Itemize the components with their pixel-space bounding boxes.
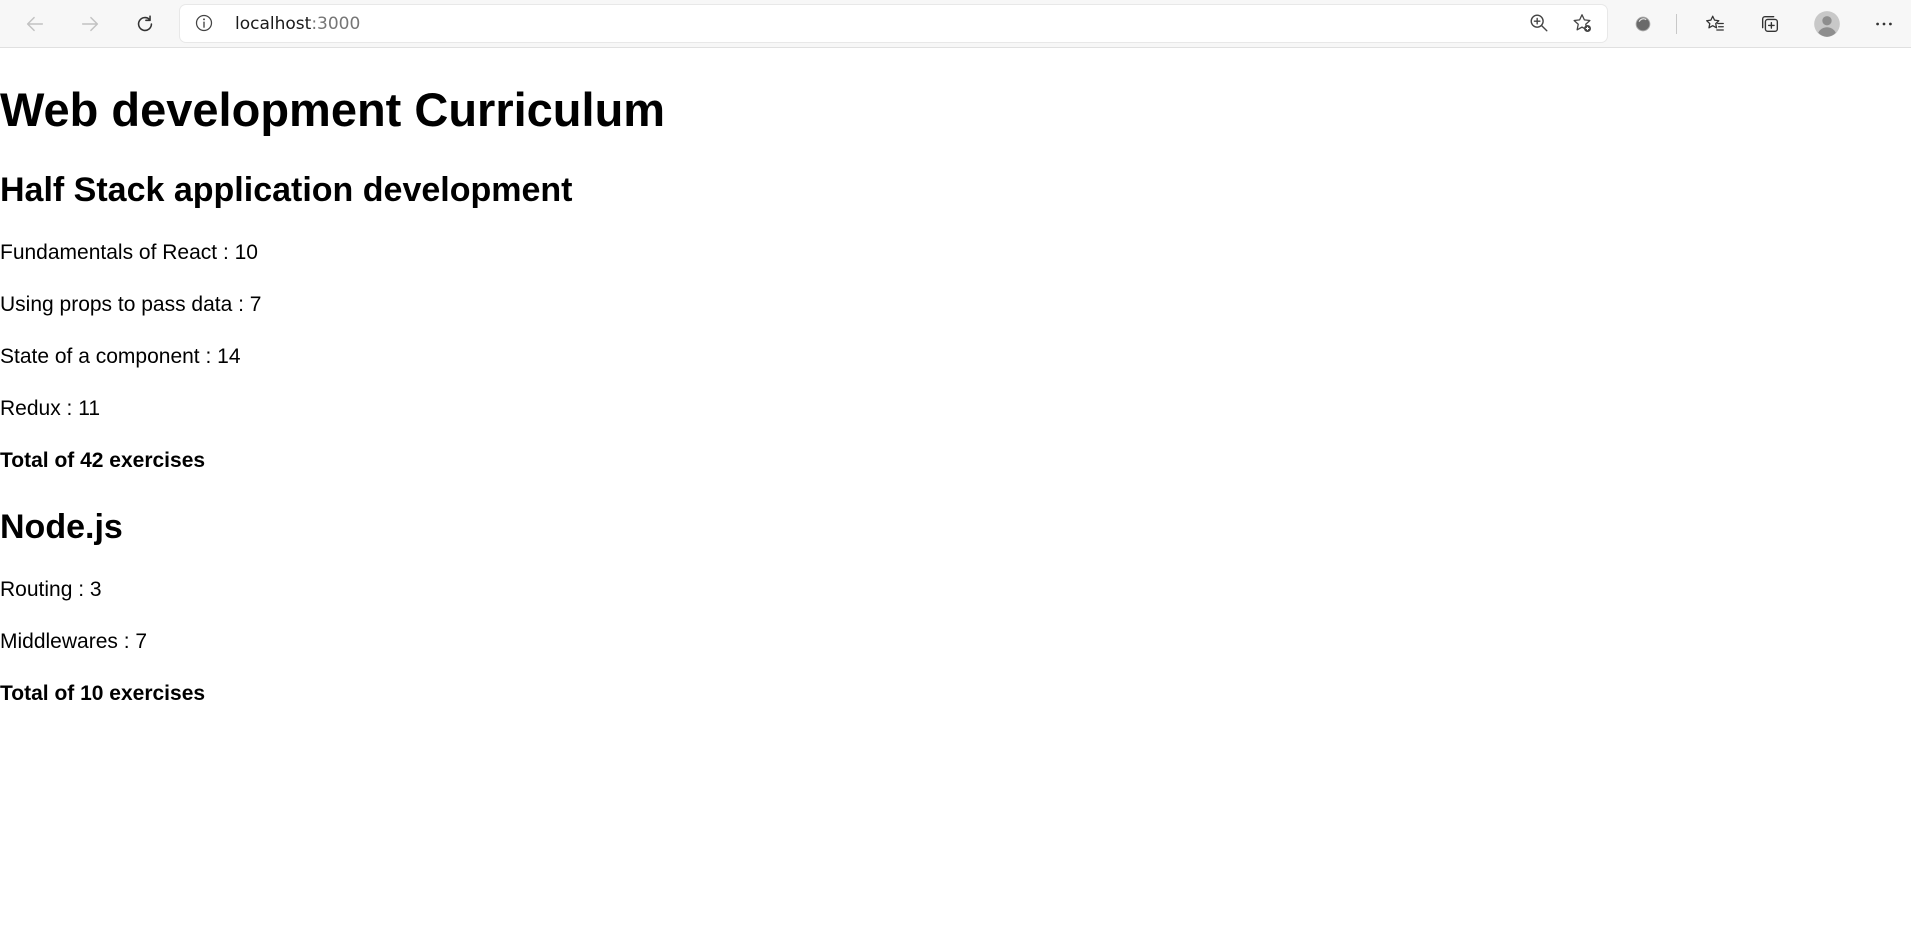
collections-button[interactable]	[1752, 6, 1788, 42]
refresh-button[interactable]	[127, 6, 163, 42]
more-button[interactable]	[1866, 6, 1902, 42]
page-title: Web development Curriculum	[0, 83, 666, 136]
course-part: Redux : 11	[0, 397, 101, 420]
extension-icon	[1635, 16, 1651, 32]
zoom-icon[interactable]	[1528, 12, 1550, 34]
favorites-button[interactable]	[1697, 6, 1733, 42]
course-title: Node.js	[0, 508, 123, 546]
favorites-icon	[1706, 15, 1724, 31]
course-part: Fundamentals of React : 10	[0, 241, 258, 264]
course-part: State of a component : 14	[0, 345, 241, 368]
back-icon	[26, 16, 44, 32]
more-icon	[1876, 22, 1892, 26]
refresh-icon	[137, 15, 153, 32]
forward-icon	[81, 16, 99, 32]
course-part: Middlewares : 7	[0, 630, 148, 653]
site-info-icon[interactable]	[194, 13, 214, 33]
forward-button[interactable]	[72, 6, 108, 42]
course-part: Using props to pass data : 7	[0, 293, 262, 316]
course-title: Half Stack application development	[0, 171, 573, 209]
toolbar-divider	[1676, 14, 1677, 34]
address-bar[interactable]: localhost:3000	[180, 5, 1607, 42]
browser-toolbar: localhost:3000	[0, 0, 1911, 48]
url-host: localhost	[235, 14, 312, 34]
url-text[interactable]: localhost:3000	[235, 14, 360, 34]
back-button[interactable]	[17, 6, 53, 42]
exercise-total: Total of 10 exercises	[0, 682, 206, 705]
favorite-add-icon[interactable]	[1571, 12, 1593, 34]
collections-icon	[1761, 15, 1779, 33]
profile-button[interactable]	[1809, 6, 1845, 42]
course-part: Routing : 3	[0, 578, 102, 601]
url-port: :3000	[311, 14, 361, 34]
profile-icon	[1814, 11, 1840, 37]
exercise-total: Total of 42 exercises	[0, 449, 206, 472]
extension-button[interactable]	[1625, 6, 1661, 42]
